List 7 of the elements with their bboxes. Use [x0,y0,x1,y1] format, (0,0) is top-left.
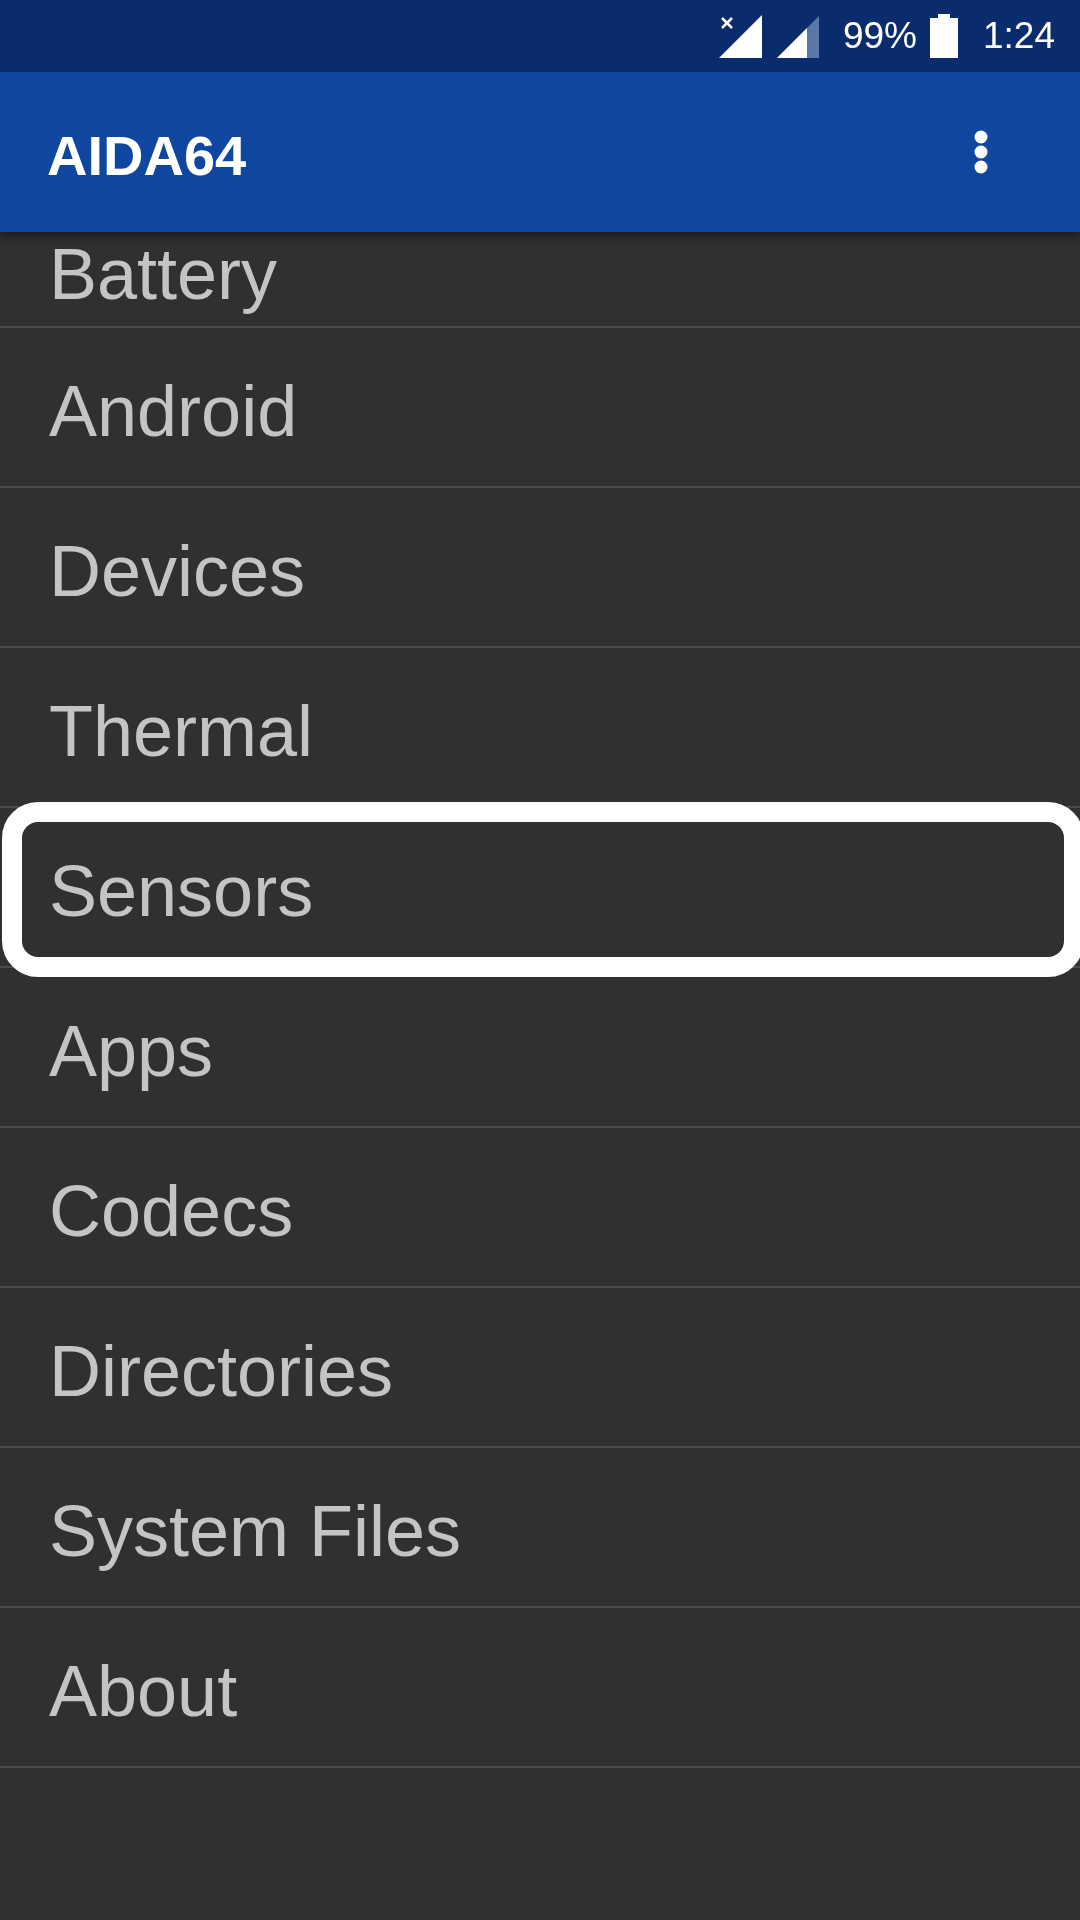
clock-time: 1:24 [983,14,1055,58]
app-title: AIDA64 [47,122,247,188]
signal-icon [776,16,819,58]
battery-percentage: 99% [842,14,917,58]
battery-icon [930,14,958,58]
signal-icon [718,14,762,58]
more-options-icon[interactable] [974,130,988,174]
